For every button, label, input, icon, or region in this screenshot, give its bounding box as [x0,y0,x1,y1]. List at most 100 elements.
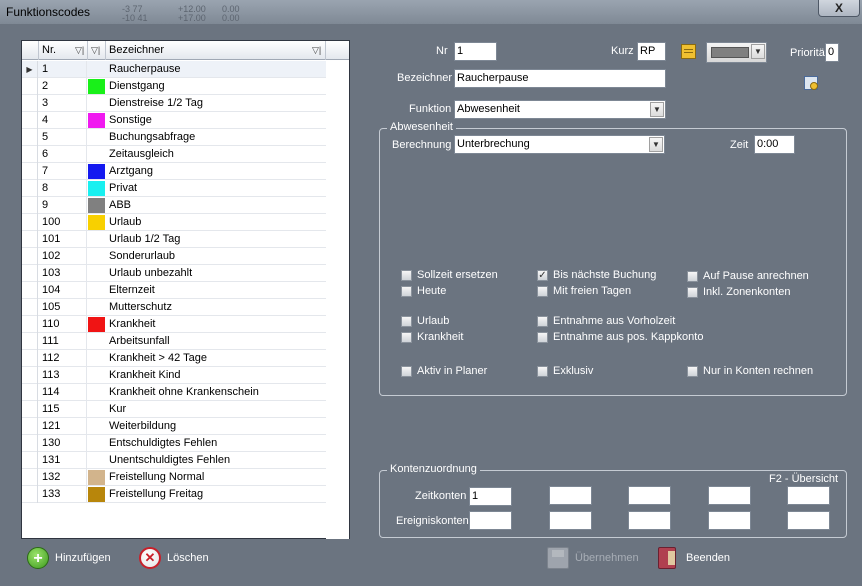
table-row[interactable]: 130 Entschuldigtes Fehlen [22,435,326,452]
row-selector[interactable] [22,197,38,214]
filter-icon[interactable]: ▽| [91,41,100,60]
add-button[interactable]: + Hinzufügen [27,547,117,571]
zeitkonto-input-4[interactable] [708,486,751,505]
table-row[interactable]: 6 Zeitausgleich [22,146,326,163]
kurz-input[interactable]: RP [637,42,666,61]
checkbox-box[interactable]: ✓ [537,270,548,281]
checkbox-box[interactable] [537,286,548,297]
table-row[interactable]: 3 Dienstreise 1/2 Tag [22,95,326,112]
row-selector[interactable] [22,486,38,503]
current-row-indicator-icon[interactable]: ▶ [22,61,38,78]
table-row[interactable]: 9 ABB [22,197,326,214]
row-selector[interactable] [22,78,38,95]
delete-button[interactable]: ✕ Löschen [139,547,214,571]
header-nr[interactable]: Nr. ▽| [39,41,88,60]
table-row[interactable]: 103 Urlaub unbezahlt [22,265,326,282]
sticky-note-icon[interactable] [681,44,696,59]
table-row[interactable]: 112 Krankheit > 42 Tage [22,350,326,367]
row-selector[interactable] [22,316,38,333]
ereigniskonto-input-5[interactable] [787,511,830,530]
table-row[interactable]: 8 Privat [22,180,326,197]
chevron-down-icon[interactable]: ▼ [649,137,663,152]
table-row[interactable]: 132 Freistellung Normal [22,469,326,486]
table-row[interactable]: 4 Sonstige [22,112,326,129]
row-selector[interactable] [22,418,38,435]
checkbox-box[interactable] [687,271,698,282]
checkbox-box[interactable] [537,316,548,327]
row-selector[interactable] [22,180,38,197]
table-row[interactable]: 133 Freistellung Freitag [22,486,326,503]
table-row[interactable]: 100 Urlaub [22,214,326,231]
ereigniskonto-input-1[interactable] [469,511,512,530]
checkbox-box[interactable] [401,270,412,281]
nr-input[interactable]: 1 [454,42,497,61]
bezeichner-input[interactable]: Raucherpause [454,69,666,88]
funktion-select[interactable]: Abwesenheit ▼ [454,100,666,119]
checkbox-box[interactable] [401,332,412,343]
table-row[interactable]: 110 Krankheit [22,316,326,333]
row-selector[interactable] [22,401,38,418]
zeitkonto-input-3[interactable] [628,486,671,505]
row-selector[interactable] [22,452,38,469]
row-selector[interactable] [22,248,38,265]
table-row[interactable]: 7 Arztgang [22,163,326,180]
row-selector[interactable] [22,282,38,299]
table-row[interactable]: ▶ 1 Raucherpause [22,61,326,78]
row-selector[interactable] [22,469,38,486]
row-selector[interactable] [22,95,38,112]
table-row[interactable]: 5 Buchungsabfrage [22,129,326,146]
row-selector[interactable] [22,435,38,452]
row-selector[interactable] [22,299,38,316]
row-selector[interactable] [22,384,38,401]
table-row[interactable]: 105 Mutterschutz [22,299,326,316]
checkbox-box[interactable] [537,332,548,343]
zeitkonto-input-2[interactable] [549,486,592,505]
ereigniskonto-input-4[interactable] [708,511,751,530]
zeit-input[interactable]: 0:00 [754,135,795,154]
table-row[interactable]: 104 Elternzeit [22,282,326,299]
zeitkonto-input-5[interactable] [787,486,830,505]
priority-input[interactable]: 0 [825,43,839,62]
color-picker[interactable]: ▼ [706,42,767,63]
zeitkonto-input-1[interactable]: 1 [469,487,512,506]
checkbox-box[interactable] [537,366,548,377]
ereigniskonto-input-2[interactable] [549,511,592,530]
row-selector[interactable] [22,146,38,163]
apply-button[interactable]: Übernehmen [547,547,642,571]
row-selector[interactable] [22,129,38,146]
filter-icon[interactable]: ▽| [312,41,321,60]
table-row[interactable]: 115 Kur [22,401,326,418]
header-bezeichner[interactable]: Bezeichner ▽| [106,41,326,60]
row-selector[interactable] [22,163,38,180]
row-selector[interactable] [22,367,38,384]
row-selector[interactable] [22,231,38,248]
row-selector[interactable] [22,112,38,129]
table-row[interactable]: 111 Arbeitsunfall [22,333,326,350]
header-color[interactable]: ▽| [88,41,106,60]
chevron-down-icon[interactable]: ▼ [751,44,765,59]
table-row[interactable]: 131 Unentschuldigtes Fehlen [22,452,326,469]
checkbox-box[interactable] [401,316,412,327]
codes-grid[interactable]: Nr. ▽| ▽| Bezeichner ▽| ▶ 1 Raucherpause 2 D… [21,40,350,539]
row-selector[interactable] [22,333,38,350]
table-row[interactable]: 2 Dienstgang [22,78,326,95]
table-row[interactable]: 121 Weiterbildung [22,418,326,435]
filter-icon[interactable]: ▽| [75,41,84,60]
row-selector[interactable] [22,265,38,282]
calendar-gear-icon[interactable] [804,76,818,90]
close-button[interactable]: X [818,0,860,17]
table-row[interactable]: 114 Krankheit ohne Krankenschein [22,384,326,401]
checkbox-box[interactable] [401,286,412,297]
table-row[interactable]: 102 Sonderurlaub [22,248,326,265]
row-selector[interactable] [22,214,38,231]
table-row[interactable]: 101 Urlaub 1/2 Tag [22,231,326,248]
checkbox-box[interactable] [687,287,698,298]
berechnung-select[interactable]: Unterbrechung ▼ [454,135,665,154]
checkbox-box[interactable] [401,366,412,377]
row-selector[interactable] [22,350,38,367]
ereigniskonto-input-3[interactable] [628,511,671,530]
exit-button[interactable]: Beenden [658,547,738,571]
chevron-down-icon[interactable]: ▼ [650,102,664,117]
checkbox-box[interactable] [687,366,698,377]
table-row[interactable]: 113 Krankheit Kind [22,367,326,384]
